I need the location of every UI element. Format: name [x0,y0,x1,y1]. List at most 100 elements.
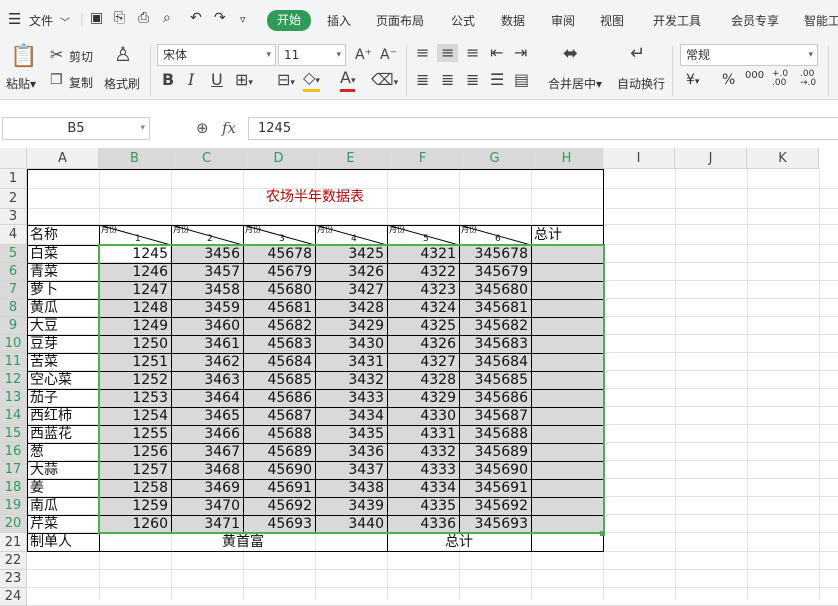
decrease-decimal-button[interactable]: .00 →.0 [800,70,818,88]
decrease-font-icon[interactable]: A⁻ [380,47,397,63]
italic-button[interactable]: I [188,72,194,88]
row-header-1[interactable]: 1 [0,169,27,189]
row-header-20[interactable]: 20 [0,515,27,533]
align-center-icon[interactable]: ≣ [441,72,454,88]
chevron-down-icon[interactable]: ▾ [140,118,145,139]
name-box[interactable]: B5 ▾ [2,117,150,140]
scissors-icon[interactable]: ✂ [50,47,63,63]
align-right-icon[interactable]: ≣ [466,72,479,88]
borders-icon[interactable]: ⊞▾ [235,72,253,91]
row-header-17[interactable]: 17 [0,461,27,479]
increase-decimal-button[interactable]: +.0 .00 [772,70,790,88]
column-header-j[interactable]: J [675,148,747,169]
fill-handle[interactable] [600,531,605,536]
tab-page-layout[interactable]: 页面布局 [376,12,424,29]
font-size-select[interactable]: 11 ▾ [278,44,346,66]
row-header-13[interactable]: 13 [0,389,27,407]
tab-review[interactable]: 审阅 [551,12,575,29]
font-name-select[interactable]: 宋体 ▾ [157,44,276,66]
tab-data[interactable]: 数据 [501,12,525,29]
row-header-23[interactable]: 23 [0,570,27,588]
row-header-16[interactable]: 16 [0,443,27,461]
percent-button[interactable]: % [722,72,735,88]
column-header-c[interactable]: C [171,148,243,169]
outdent-icon[interactable]: ⇤ [490,45,503,61]
row-header-18[interactable]: 18 [0,479,27,497]
customize-icon[interactable]: ▿ [240,13,246,26]
row-header-2[interactable]: 2 [0,189,27,209]
zoom-icon[interactable]: ⊕ [196,119,209,137]
fx-icon[interactable]: fx [222,119,236,137]
file-menu[interactable]: 文件 [29,12,53,29]
hamburger-icon[interactable]: ☰ [8,10,21,28]
number-format-select[interactable]: 常规 ▾ [680,44,818,66]
align-middle-icon[interactable]: ≡ [437,44,459,62]
distributed-icon[interactable]: ▤ [514,72,529,88]
font-color-icon[interactable]: A▾ [340,70,356,92]
increase-font-icon[interactable]: A⁺ [355,47,372,63]
row-header-9[interactable]: 9 [0,317,27,335]
merge-center-icon[interactable]: ⬌ [563,45,578,63]
row-header-5[interactable]: 5 [0,245,27,263]
tab-member[interactable]: 会员专享 [731,12,779,29]
bold-button[interactable]: B [162,72,174,88]
cut-button[interactable]: 剪切 [69,48,93,65]
column-header-g[interactable]: G [459,148,531,169]
merge-cells-icon[interactable]: ⊟▾ [277,72,295,91]
column-header-e[interactable]: E [315,148,387,169]
align-bottom-icon[interactable]: ≡ [466,45,479,61]
justify-icon[interactable]: ☰ [490,72,504,88]
currency-button[interactable]: ¥▾ [686,72,699,88]
tab-insert[interactable]: 插入 [327,12,351,29]
paste-icon[interactable]: 📋 [10,46,37,68]
save-icon[interactable]: ▣ [90,10,103,26]
row-header-21[interactable]: 21 [0,533,27,552]
row-header-3[interactable]: 3 [0,209,27,225]
column-header-b[interactable]: B [99,148,171,169]
format-painter-button[interactable]: 格式刷 [104,75,140,92]
formula-input[interactable]: 1245 [248,117,838,140]
print-preview-icon[interactable]: ⌕ [163,10,171,26]
row-header-24[interactable]: 24 [0,588,27,606]
tab-formulas[interactable]: 公式 [451,12,475,29]
fill-color-icon[interactable]: ◇▾ [303,70,320,92]
paste-button[interactable]: 粘贴▾ [6,75,36,92]
row-header-10[interactable]: 10 [0,335,27,353]
underline-button[interactable]: U [211,72,223,88]
copy-icon[interactable]: ❐ [50,72,63,88]
wrap-text-button[interactable]: 自动换行 [617,75,665,92]
row-header-4[interactable]: 4 [0,225,27,245]
row-header-15[interactable]: 15 [0,425,27,443]
tab-view[interactable]: 视图 [600,12,624,29]
row-header-19[interactable]: 19 [0,497,27,515]
column-header-k[interactable]: K [747,148,819,169]
wrap-text-icon[interactable]: ↵ [630,45,645,63]
tab-home[interactable]: 开始 [267,10,311,31]
tab-developer[interactable]: 开发工具 [653,12,701,29]
clear-icon[interactable]: ⌫▾ [371,72,398,91]
format-painter-icon[interactable]: ♙ [114,44,132,64]
align-top-icon[interactable]: ≡ [416,45,429,61]
align-left-icon[interactable]: ≣ [416,72,429,88]
copy-button[interactable]: 复制 [69,74,93,91]
column-header-i[interactable]: I [603,148,675,169]
column-header-a[interactable]: A [27,148,99,169]
print-icon[interactable]: ⎙ [138,10,149,26]
select-all-corner[interactable] [0,148,27,169]
column-header-f[interactable]: F [387,148,459,169]
column-header-d[interactable]: D [243,148,315,169]
chevron-down-icon[interactable]: ﹀ [60,14,70,29]
row-header-6[interactable]: 6 [0,263,27,281]
row-header-8[interactable]: 8 [0,299,27,317]
merge-center-button[interactable]: 合并居中▾ [548,75,602,92]
row-header-11[interactable]: 11 [0,353,27,371]
row-header-12[interactable]: 12 [0,371,27,389]
row-header-7[interactable]: 7 [0,281,27,299]
undo-icon[interactable]: ↶ [190,10,202,26]
tab-smart-tools[interactable]: 智能工 [804,12,838,29]
row-header-22[interactable]: 22 [0,552,27,570]
redo-icon[interactable]: ↷ [214,10,226,26]
indent-icon[interactable]: ⇥ [514,45,527,61]
spreadsheet-grid[interactable]: A B C D E F G H I J K 1 2 3 4 5 6 7 8 9 10 11 12 13 14 15 16 17 18 19… [0,148,838,606]
thousands-button[interactable]: 000 [745,70,764,81]
